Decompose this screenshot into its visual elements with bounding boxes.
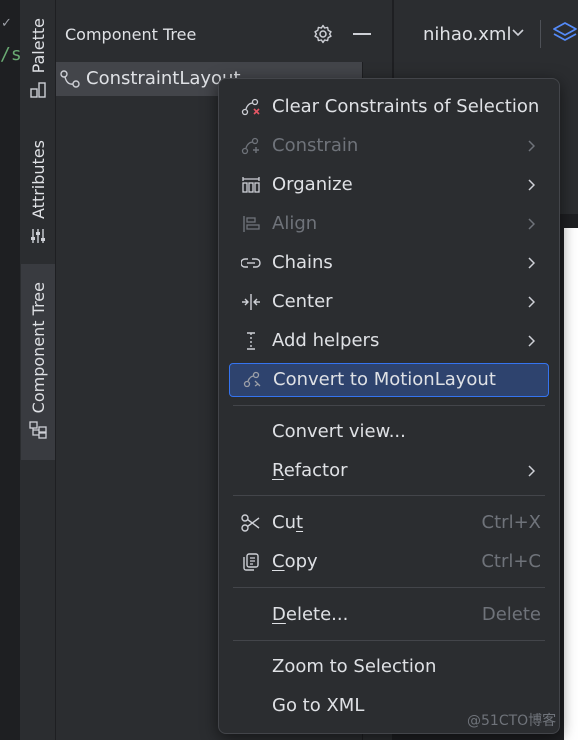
menu-item-label: Zoom to Selection — [272, 656, 437, 677]
mnemonic: C — [272, 551, 285, 572]
palette-icon — [30, 82, 46, 99]
check-mark: ✓ — [1, 16, 12, 31]
design-surface[interactable] — [564, 228, 578, 740]
chevron-right-icon — [528, 140, 535, 152]
component-tree-icon — [29, 421, 47, 439]
menu-item-label: Add helpers — [272, 330, 380, 351]
component-tree-header: Component Tree — [56, 0, 392, 66]
sliders-icon — [31, 228, 45, 243]
menu-item-label: Convert to MotionLayout — [273, 369, 496, 390]
tab-component-tree[interactable]: Component Tree — [21, 264, 55, 460]
menu-item-label: Clear Constraints of Selection — [272, 96, 540, 117]
menu-item-label: Convert view... — [272, 421, 406, 442]
mnemonic: D — [272, 604, 286, 625]
clear-constraints-icon — [241, 98, 260, 116]
shortcut-label: Ctrl+X — [481, 512, 541, 533]
menu-item-constrain[interactable]: Constrain — [229, 130, 549, 162]
tool-window-strip: Palette Attributes Component Tree — [21, 0, 56, 740]
add-helpers-icon — [247, 332, 255, 350]
file-tab-label: nihao.xml — [423, 24, 512, 45]
menu-item-zoom-to-selection[interactable]: Zoom to Selection — [229, 651, 549, 683]
chevron-right-icon — [528, 257, 535, 269]
menu-item-label: Chains — [272, 252, 333, 273]
tab-separator — [540, 20, 541, 48]
chevron-right-icon — [528, 335, 535, 347]
menu-item-center[interactable]: Center — [229, 286, 549, 318]
menu-item-label: Go to XML — [272, 695, 365, 716]
menu-item-delete[interactable]: Delete... Delete — [229, 599, 549, 631]
menu-item-copy[interactable]: Copy Ctrl+C — [229, 546, 549, 578]
menu-separator — [233, 495, 545, 496]
minimize-icon[interactable] — [353, 33, 371, 35]
context-menu: Clear Constraints of Selection Constrain… — [218, 78, 560, 734]
chevron-right-icon — [528, 218, 535, 230]
layers-icon[interactable] — [552, 20, 578, 46]
menu-item-chains[interactable]: Chains — [229, 247, 549, 279]
menu-item-add-helpers[interactable]: Add helpers — [229, 325, 549, 357]
mnemonic: R — [272, 460, 284, 481]
chains-icon — [241, 258, 261, 268]
tab-file[interactable]: nihao.xml — [394, 0, 540, 66]
copy-icon — [243, 553, 259, 571]
shortcut-label: Delete — [481, 604, 541, 625]
menu-item-label: Organize — [272, 174, 353, 195]
tab-component-tree-label: Component Tree — [28, 282, 48, 414]
motion-layout-icon — [243, 371, 261, 388]
menu-item-label: Align — [272, 213, 318, 234]
tab-attributes-label: Attributes — [28, 140, 48, 219]
menu-item-cut[interactable]: Cut Ctrl+X — [229, 507, 549, 539]
chevron-down-icon[interactable] — [511, 28, 525, 38]
menu-item-align[interactable]: Align — [229, 208, 549, 240]
menu-separator — [233, 640, 545, 641]
menu-item-clear-constraints[interactable]: Clear Constraints of Selection — [229, 91, 549, 123]
menu-item-label: Constrain — [272, 135, 359, 156]
tab-palette[interactable]: Palette — [21, 18, 55, 99]
menu-separator — [233, 587, 545, 588]
tab-attributes[interactable]: Attributes — [21, 140, 55, 245]
mnemonic: t — [295, 512, 304, 533]
menu-item-convert-view[interactable]: Convert view... — [229, 416, 549, 448]
organize-icon — [242, 177, 260, 193]
code-fragment: /s — [0, 44, 22, 65]
constrain-icon — [241, 137, 259, 155]
chevron-right-icon — [528, 179, 535, 191]
gear-icon[interactable] — [313, 24, 333, 44]
menu-item-refactor[interactable]: Refactor — [229, 455, 549, 487]
center-icon — [242, 294, 260, 310]
shortcut-label: Ctrl+C — [481, 551, 541, 572]
code-editor-strip: ✓ /s — [0, 0, 22, 740]
scissors-icon — [241, 514, 260, 532]
align-icon — [243, 216, 260, 232]
panel-title: Component Tree — [65, 25, 197, 44]
menu-item-label: Copy — [272, 551, 318, 572]
chevron-right-icon — [528, 296, 535, 308]
menu-item-label: Center — [272, 291, 333, 312]
constraint-layout-icon — [60, 70, 80, 88]
menu-separator — [233, 405, 545, 406]
watermark: @51CTO博客 — [467, 713, 557, 729]
menu-item-label: Refactor — [272, 460, 348, 481]
editor-tab-bar: nihao.xml — [394, 0, 578, 67]
menu-item-convert-to-motionlayout[interactable]: Convert to MotionLayout — [229, 363, 549, 397]
tab-palette-label: Palette — [28, 18, 48, 74]
menu-item-label: Cut — [272, 512, 304, 533]
menu-item-label: Delete... — [272, 604, 349, 625]
chevron-right-icon — [528, 465, 535, 477]
menu-item-organize[interactable]: Organize — [229, 169, 549, 201]
